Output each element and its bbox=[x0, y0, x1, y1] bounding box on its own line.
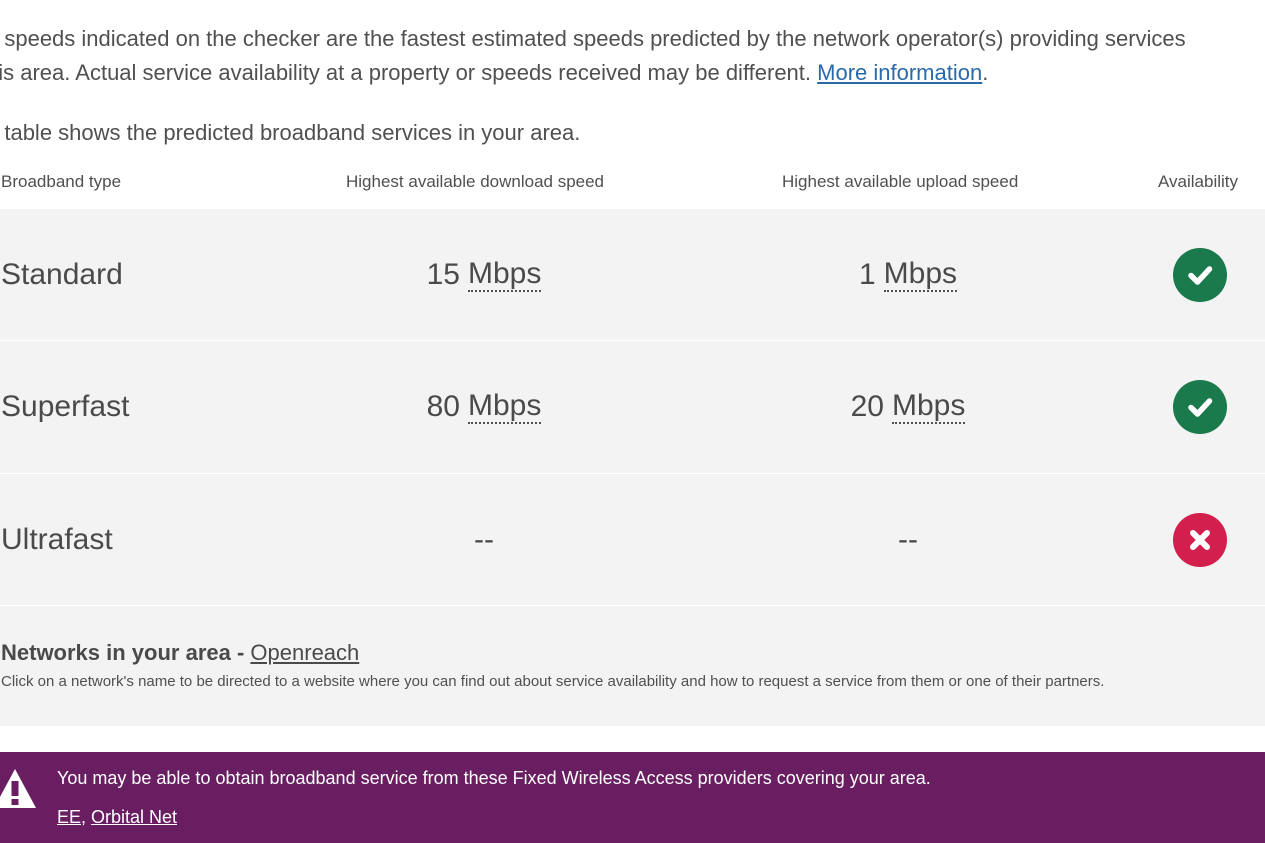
download-speed-value: -- bbox=[474, 522, 494, 556]
networks-help-text: Click on a network's name to be directed… bbox=[1, 673, 1105, 690]
broadband-type-cell: Superfast bbox=[1, 390, 130, 423]
orbital-net-link[interactable]: Orbital Net bbox=[91, 807, 177, 827]
ee-link[interactable]: EE bbox=[57, 807, 81, 827]
download-speed-cell: -- bbox=[384, 474, 584, 605]
header-availability: Availability bbox=[1158, 172, 1239, 191]
check-circle-icon bbox=[1173, 247, 1227, 302]
table-row: Standard 15 Mbps 1 Mbps bbox=[0, 209, 1265, 341]
upload-speed-cell: 20 Mbps bbox=[808, 341, 1008, 473]
broadband-table: Standard 15 Mbps 1 Mbps Superfast 80 Mbps 2… bbox=[0, 209, 1265, 606]
warning-icon bbox=[0, 766, 38, 817]
download-speed-cell: 15 Mbps bbox=[384, 209, 584, 340]
upload-speed-value: 20 bbox=[850, 390, 884, 423]
check-circle-icon bbox=[1173, 380, 1227, 434]
table-row: Superfast 80 Mbps 20 Mbps bbox=[0, 341, 1265, 474]
speeds-disclaimer: e speeds indicated on the checker are th… bbox=[0, 22, 1265, 90]
download-speed-cell: 80 Mbps bbox=[384, 341, 584, 473]
cross-circle-icon bbox=[1173, 512, 1227, 567]
disclaimer-line-2: his area. Actual service availability at… bbox=[0, 56, 1265, 90]
speed-unit-abbr[interactable]: Mbps bbox=[468, 257, 542, 292]
broadband-type-cell: Standard bbox=[1, 257, 123, 291]
table-header-row: Broadband type Highest available downloa… bbox=[0, 172, 1265, 200]
more-information-link[interactable]: More information bbox=[817, 60, 982, 85]
header-upload-speed: Highest available upload speed bbox=[782, 172, 1019, 191]
fwa-provider-links: EE, Orbital Net bbox=[57, 807, 177, 828]
download-speed-value: 15 bbox=[426, 257, 460, 291]
speed-unit-abbr[interactable]: Mbps bbox=[883, 257, 958, 292]
networks-heading-text: Networks in your area - bbox=[1, 640, 251, 665]
upload-speed-value: 1 bbox=[858, 257, 876, 291]
upload-speed-cell: -- bbox=[808, 474, 1008, 605]
broadband-type-cell: Ultrafast bbox=[1, 522, 113, 556]
speed-unit-abbr[interactable]: Mbps bbox=[892, 390, 966, 424]
fwa-message: You may be able to obtain broadband serv… bbox=[57, 768, 931, 788]
upload-speed-value: -- bbox=[898, 522, 918, 556]
availability-cell bbox=[1172, 209, 1228, 340]
table-intro-text: e table shows the predicted broadband se… bbox=[0, 120, 581, 145]
disclaimer-line-2-suffix: . bbox=[982, 60, 989, 85]
fixed-wireless-banner: You may be able to obtain broadband serv… bbox=[0, 752, 1265, 843]
broadband-checker-page: e speeds indicated on the checker are th… bbox=[0, 0, 1265, 843]
link-separator: , bbox=[81, 807, 92, 827]
availability-cell bbox=[1172, 474, 1228, 605]
disclaimer-line-1: e speeds indicated on the checker are th… bbox=[0, 26, 1186, 51]
speed-unit-abbr[interactable]: Mbps bbox=[468, 390, 542, 424]
header-broadband-type: Broadband type bbox=[1, 172, 122, 191]
networks-heading: Networks in your area - Openreach bbox=[1, 640, 359, 666]
header-download-speed: Highest available download speed bbox=[346, 172, 605, 191]
upload-speed-cell: 1 Mbps bbox=[808, 209, 1008, 340]
download-speed-value: 80 bbox=[426, 390, 460, 423]
disclaimer-line-2-text: his area. Actual service availability at… bbox=[0, 60, 818, 85]
table-row: Ultrafast -- -- bbox=[0, 474, 1265, 606]
openreach-link[interactable]: Openreach bbox=[250, 640, 359, 665]
availability-cell bbox=[1172, 341, 1228, 473]
networks-panel: Networks in your area - Openreach Click … bbox=[0, 606, 1265, 726]
